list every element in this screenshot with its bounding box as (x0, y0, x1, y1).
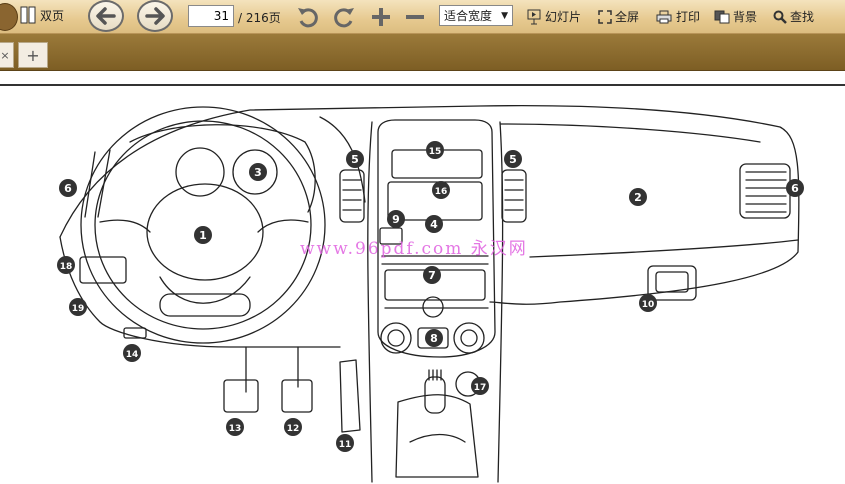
svg-text:15: 15 (429, 147, 442, 157)
callout-7: 7 (423, 266, 441, 284)
page-total: / 216页 (238, 11, 281, 25)
svg-text:9: 9 (392, 213, 400, 226)
callout-1: 1 (194, 226, 212, 244)
fullscreen-icon (598, 9, 612, 24)
svg-text:1: 1 (199, 229, 207, 242)
zoom-in-icon[interactable] (370, 6, 392, 28)
callout-4: 4 (425, 215, 443, 233)
callout-16: 16 (432, 181, 450, 199)
callout-5b: 5 (504, 150, 522, 168)
add-tab-label: + (26, 45, 40, 65)
zoom-mode-select[interactable]: 适合宽度 ▼ (439, 5, 513, 26)
callout-13: 13 (226, 418, 244, 436)
svg-text:2: 2 (634, 191, 642, 204)
svg-text:8: 8 (430, 332, 438, 345)
callout-2: 2 (629, 188, 647, 206)
callout-8: 8 (425, 329, 443, 347)
slideshow-button[interactable]: 幻灯片 (527, 8, 581, 25)
double-page-icon (20, 6, 36, 24)
callout-6a: 6 (59, 179, 77, 197)
print-button[interactable]: 打印 (656, 8, 700, 25)
callout-3: 3 (249, 163, 267, 181)
find-button[interactable]: 查找 (773, 8, 814, 25)
callout-9: 9 (387, 210, 405, 228)
callout-6b: 6 (786, 179, 804, 197)
svg-text:7: 7 (428, 269, 436, 282)
svg-text:10: 10 (642, 300, 655, 310)
callout-15: 15 (426, 141, 444, 159)
tab-bar: × + (0, 34, 845, 71)
svg-text:6: 6 (64, 182, 72, 195)
forward-button[interactable] (137, 0, 173, 32)
zoom-mode-value: 适合宽度 (444, 9, 493, 23)
arrow-left-icon (96, 7, 116, 25)
close-icon[interactable]: × (0, 49, 9, 62)
svg-text:19: 19 (72, 304, 85, 314)
callout-11: 11 (336, 434, 354, 452)
arrow-right-icon (145, 7, 165, 25)
search-icon (773, 10, 787, 24)
svg-text:16: 16 (435, 187, 448, 197)
svg-text:18: 18 (60, 262, 73, 272)
chevron-down-icon: ▼ (501, 10, 508, 21)
back-button[interactable] (88, 0, 124, 32)
svg-text:5: 5 (509, 153, 517, 166)
callout-19: 19 (69, 298, 87, 316)
dashboard-illustration: 1 2 3 4 5 5 6 6 7 8 9 10 11 12 13 14 15 … (57, 104, 804, 483)
zoom-out-icon[interactable] (404, 6, 426, 28)
document-tab-close[interactable]: × (0, 42, 14, 68)
svg-text:13: 13 (229, 424, 242, 434)
slideshow-icon (527, 9, 541, 24)
background-button[interactable]: 背景 (714, 8, 757, 25)
callout-17: 17 (471, 377, 489, 395)
background-label: 背景 (733, 10, 758, 24)
svg-text:4: 4 (430, 218, 438, 231)
printer-icon (656, 10, 672, 23)
rotate-left-icon[interactable] (296, 5, 320, 29)
callout-10: 10 (639, 294, 657, 312)
svg-text:3: 3 (254, 166, 262, 179)
document-page: 1 2 3 4 5 5 6 6 7 8 9 10 11 12 13 14 15 … (0, 84, 845, 483)
callout-12: 12 (284, 418, 302, 436)
svg-text:5: 5 (351, 153, 359, 166)
page-number-input[interactable] (188, 5, 234, 27)
double-page-button[interactable]: 双页 (20, 6, 64, 24)
callout-5a: 5 (346, 150, 364, 168)
print-label: 打印 (676, 10, 701, 24)
fullscreen-label: 全屏 (615, 10, 640, 24)
add-tab-button[interactable]: + (18, 42, 48, 68)
svg-text:17: 17 (474, 383, 487, 393)
background-icon (714, 10, 730, 23)
callout-14: 14 (123, 344, 141, 362)
toolbar: 双页 / 216页 适合宽度 ▼ 幻灯片 全屏 打印 背景 查找 (0, 0, 845, 34)
svg-text:6: 6 (791, 182, 799, 195)
menu-icon[interactable] (0, 3, 18, 31)
svg-text:14: 14 (126, 350, 139, 360)
svg-text:11: 11 (339, 440, 352, 450)
double-page-label: 双页 (40, 8, 65, 23)
slideshow-label: 幻灯片 (545, 10, 582, 24)
find-label: 查找 (790, 10, 815, 24)
fullscreen-button[interactable]: 全屏 (598, 8, 639, 25)
rotate-right-icon[interactable] (332, 5, 356, 29)
callout-18: 18 (57, 256, 75, 274)
watermark: www.96pdf.com 永汉网 (300, 239, 528, 259)
svg-text:12: 12 (287, 424, 300, 434)
